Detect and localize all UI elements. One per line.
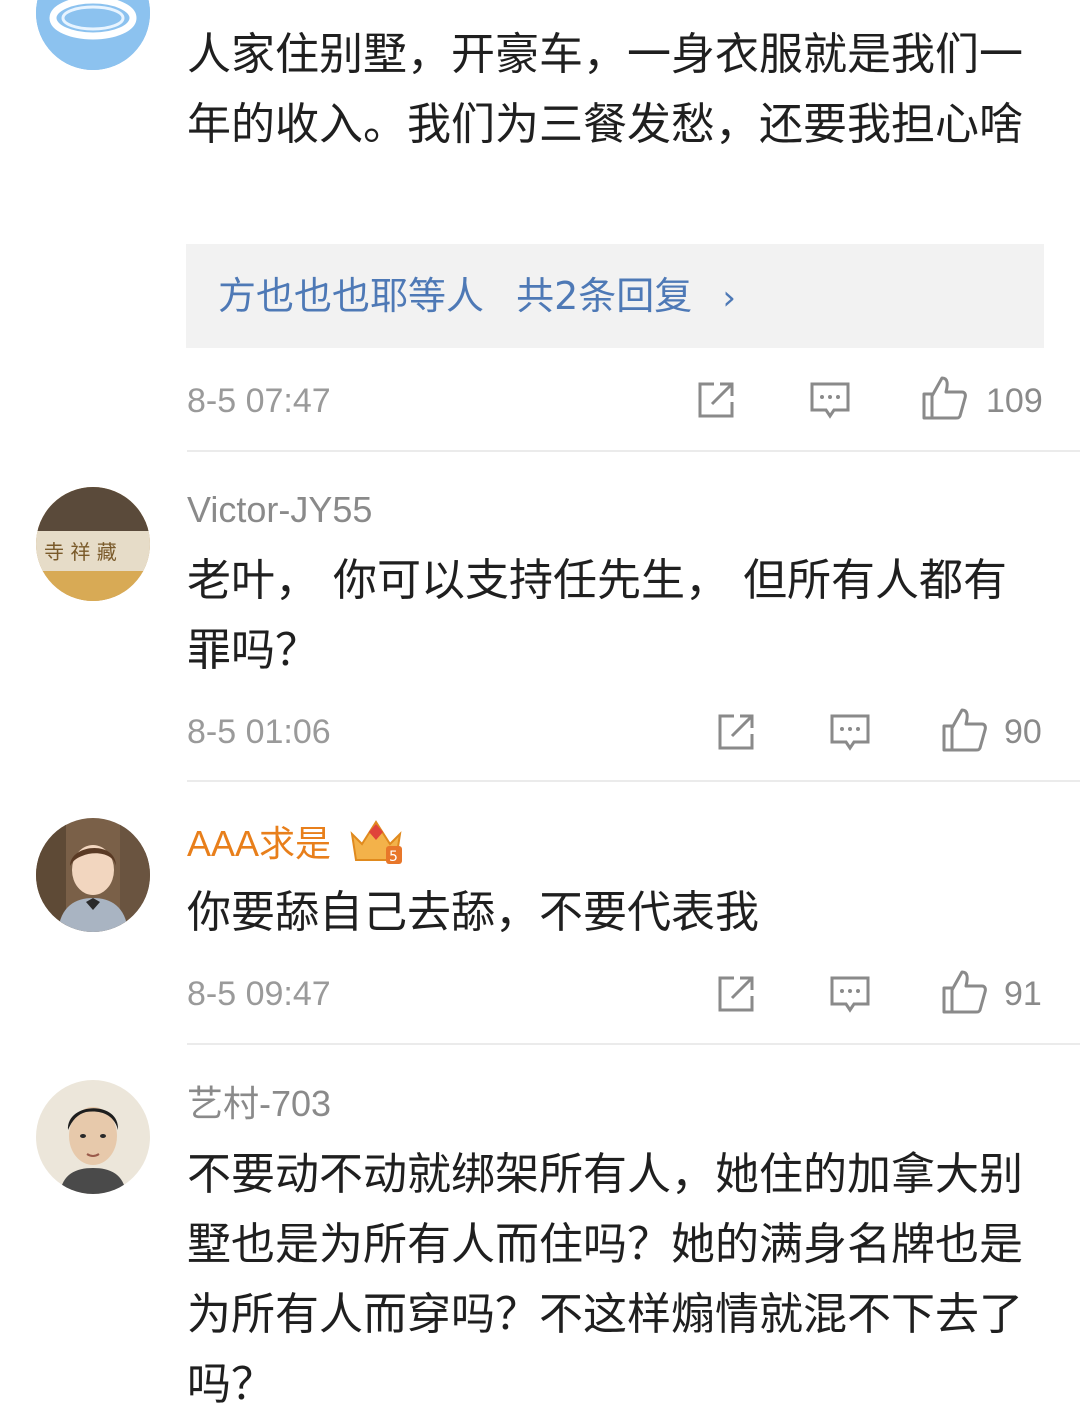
username[interactable]: Victor-JY55: [187, 492, 372, 528]
comment-time: 8-5 09:47: [187, 975, 331, 1013]
comment-time: 8-5 07:47: [187, 382, 331, 420]
like-count: 90: [1004, 713, 1042, 751]
comment-text: 人家住别墅，开豪车，一身衣服就是我们一年的收入。我们为三餐发愁，还要我担心啥: [187, 29, 1023, 150]
like-count: 91: [1004, 975, 1042, 1013]
avatar[interactable]: [36, 0, 150, 70]
like-button[interactable]: [920, 374, 968, 422]
comment-time: 8-5 01:06: [187, 713, 331, 751]
comment-button[interactable]: [828, 710, 872, 754]
comment-button[interactable]: [808, 378, 852, 422]
divider: [187, 450, 1080, 452]
vintage-portrait-avatar-icon: [36, 1080, 150, 1194]
comment-text: 你要舔自己去舔，不要代表我: [187, 887, 759, 938]
share-icon: [718, 714, 754, 750]
comment-button[interactable]: [828, 972, 872, 1016]
username[interactable]: 艺村-703: [187, 1086, 331, 1122]
reply-summary[interactable]: 方也也也耶等人 共2条回复 ›: [186, 244, 1044, 348]
avatar[interactable]: 寺 祥 藏: [36, 487, 150, 601]
reply-names[interactable]: 方也也也耶等人: [218, 274, 484, 318]
comment-text: 不要动不动就绑架所有人，她住的加拿大别墅也是为所有人而住吗？她的满身名牌也是为所…: [187, 1149, 1023, 1410]
share-button[interactable]: [714, 972, 758, 1016]
divider: [187, 780, 1080, 782]
like-button[interactable]: [940, 706, 988, 754]
boy-portrait-avatar-icon: [36, 818, 150, 932]
like-icon: [942, 970, 987, 1014]
svg-text:5: 5: [389, 849, 398, 865]
share-icon: [718, 976, 754, 1012]
vip-crown-badge-icon: 5: [346, 812, 406, 868]
share-button[interactable]: [714, 710, 758, 754]
username[interactable]: AAA求是: [187, 826, 331, 862]
avatar[interactable]: [36, 818, 150, 932]
cloud-ring-avatar-icon: [36, 0, 150, 70]
share-icon: [698, 382, 734, 418]
divider: [187, 1043, 1080, 1045]
like-count: 109: [986, 382, 1043, 420]
comment-icon: [830, 976, 870, 1013]
calligraphy-plaque-avatar-icon: 寺 祥 藏: [36, 487, 150, 601]
share-button[interactable]: [694, 378, 738, 422]
avatar[interactable]: [36, 1080, 150, 1194]
like-button[interactable]: [940, 968, 988, 1016]
like-icon: [922, 376, 967, 420]
comment-icon: [830, 714, 870, 751]
comment-icon: [810, 382, 850, 419]
reply-count[interactable]: 共2条回复: [516, 274, 692, 318]
like-icon: [942, 708, 987, 752]
chevron-right-icon: ›: [722, 278, 736, 318]
svg-text:寺 祥 藏: 寺 祥 藏: [44, 540, 117, 564]
comment-text: 老叶， 你可以支持任先生， 但所有人都有罪吗？: [187, 555, 1007, 676]
